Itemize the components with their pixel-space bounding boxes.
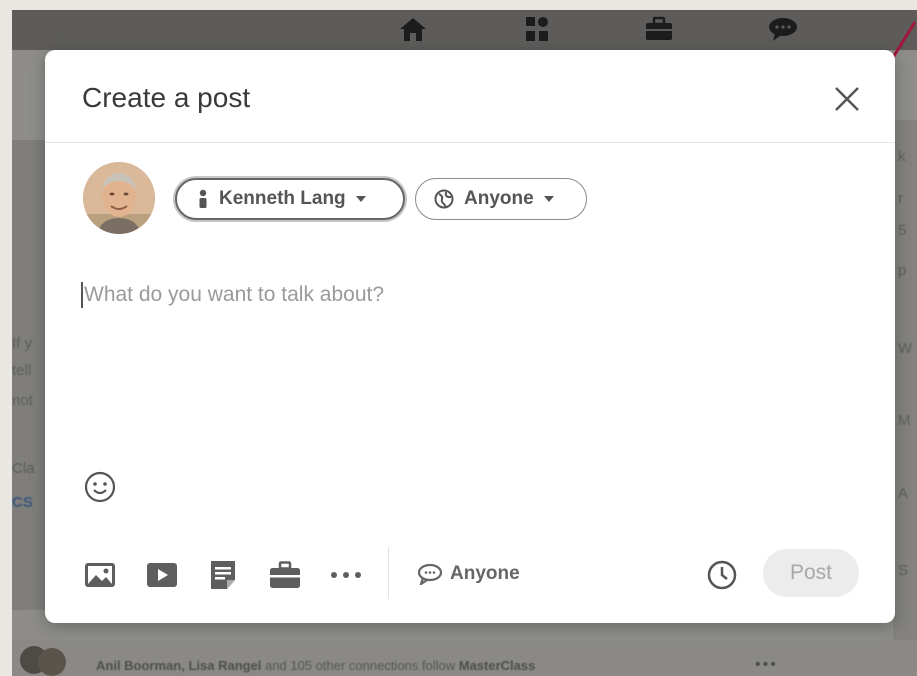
share-job-button[interactable]	[266, 557, 304, 593]
briefcase-icon	[270, 561, 300, 588]
home-icon[interactable]	[396, 14, 430, 44]
background-text-fragment: k	[898, 148, 906, 165]
background-avatars	[20, 644, 80, 676]
post-text-editor[interactable]: What do you want to talk about?	[81, 275, 841, 315]
more-icon	[331, 572, 361, 578]
schedule-post-button[interactable]	[703, 556, 741, 594]
photo-icon	[85, 563, 115, 587]
composer-placeholder: What do you want to talk about?	[84, 283, 385, 306]
chevron-down-icon	[355, 196, 366, 202]
post-button[interactable]: Post	[763, 549, 859, 597]
comment-scope-label: Anyone	[450, 563, 520, 584]
post-toolbar: Anyone Post	[45, 547, 895, 603]
add-photo-button[interactable]	[81, 557, 119, 593]
comment-icon	[417, 563, 443, 585]
video-icon	[147, 563, 177, 587]
jobs-icon[interactable]	[642, 14, 676, 44]
audience-label: Anyone	[464, 188, 534, 209]
network-icon[interactable]	[520, 14, 554, 44]
emoji-icon	[84, 471, 116, 503]
background-follow-text: Anil Boorman, Lisa Rangel and 105 other …	[96, 658, 536, 673]
background-text-fragment: tell	[12, 362, 32, 379]
more-options-button[interactable]	[327, 557, 365, 593]
author-name: Kenneth Lang	[219, 188, 346, 209]
background-text-fragment: not	[12, 392, 33, 409]
chevron-down-icon	[543, 196, 554, 202]
add-document-button[interactable]	[204, 557, 242, 593]
modal-header: Create a post	[45, 50, 895, 143]
clock-icon	[707, 560, 737, 590]
comment-control-button[interactable]: Anyone	[417, 559, 520, 589]
globe-icon	[434, 189, 454, 209]
background-text-fragment: If y	[12, 335, 33, 352]
text-cursor	[81, 282, 83, 308]
create-post-modal: Create a post Kenneth Lang Anyone What d…	[45, 50, 895, 623]
background-text-fragment: 5	[898, 222, 907, 239]
background-text-fragment: M	[898, 412, 911, 429]
modal-title: Create a post	[82, 82, 251, 113]
add-video-button[interactable]	[143, 557, 181, 593]
document-icon	[211, 561, 235, 589]
emoji-button[interactable]	[83, 470, 117, 504]
background-text-fragment: p	[898, 262, 907, 279]
background-text-fragment: A	[898, 485, 909, 502]
background-more-icon[interactable]: •••	[755, 656, 778, 674]
background-text-fragment: CS	[12, 494, 33, 511]
author-selector[interactable]: Kenneth Lang	[175, 178, 405, 220]
audience-selector[interactable]: Anyone	[415, 178, 587, 220]
background-text-fragment: W	[898, 340, 913, 357]
background-text-fragment: Cla	[12, 460, 35, 477]
messaging-icon[interactable]	[766, 14, 800, 44]
toolbar-divider	[388, 547, 389, 599]
close-icon	[835, 87, 859, 111]
background-text-fragment: S	[898, 562, 909, 579]
background-text-fragment: r	[898, 190, 903, 207]
person-icon	[199, 189, 207, 208]
close-button[interactable]	[832, 84, 862, 114]
avatar	[83, 162, 155, 234]
